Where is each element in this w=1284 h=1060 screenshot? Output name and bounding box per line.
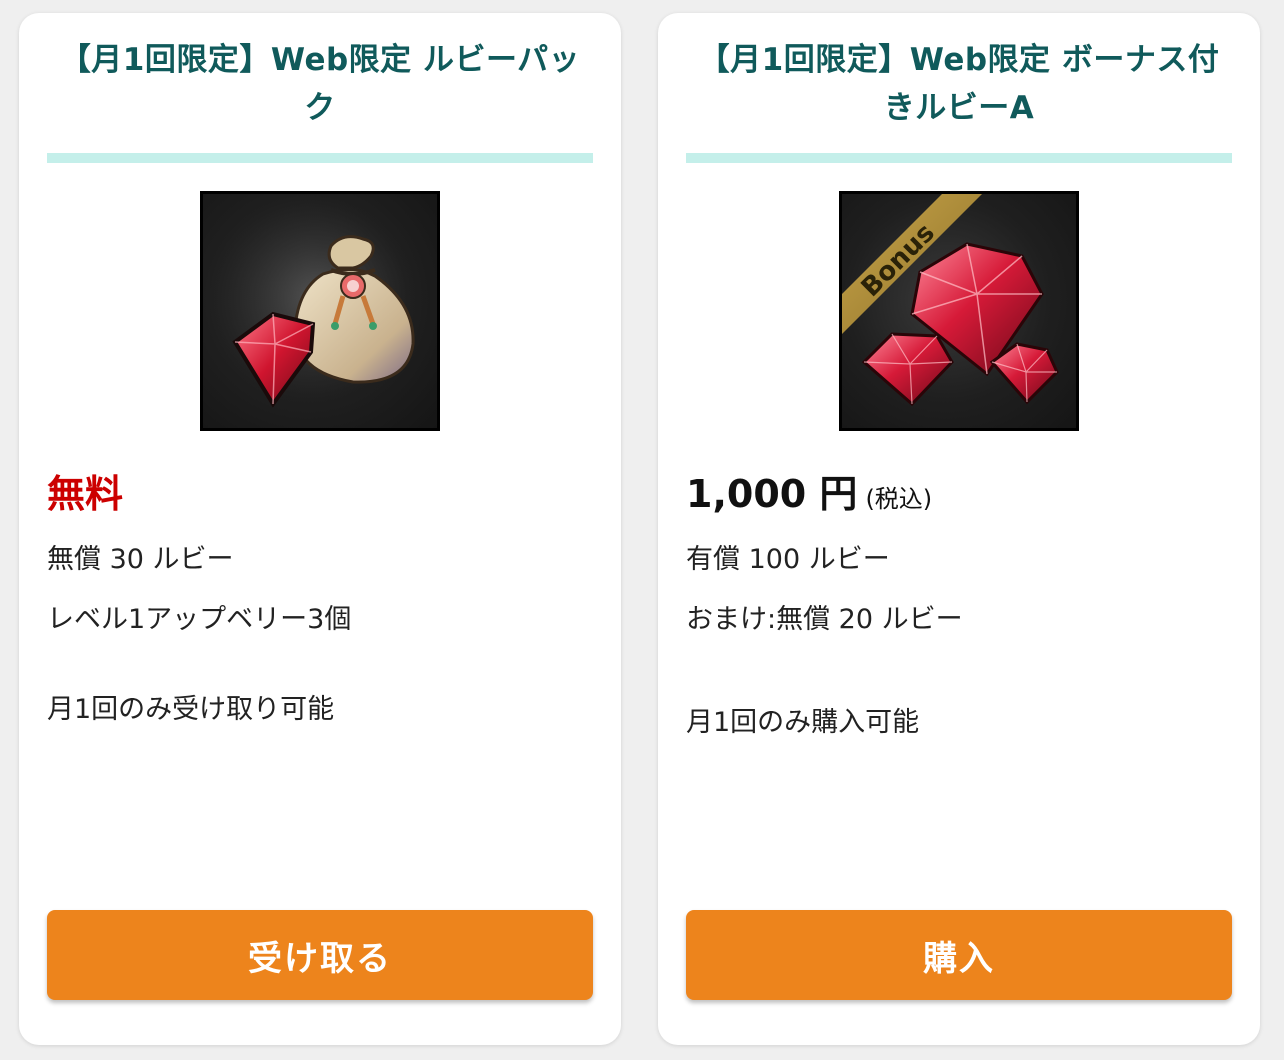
card-title: 【月1回限定】Web限定 ボーナス付きルビーA	[698, 42, 1220, 126]
detail-paid-rubies: 有償 100 ルビー	[686, 544, 890, 575]
price-free: 無料	[47, 472, 124, 516]
detail-level-up-berry: レベル1アップベリー3個	[47, 604, 352, 635]
price: 1,000 円 (税込)	[686, 468, 932, 528]
limit-text: 月1回のみ購入可能	[686, 707, 920, 738]
detail-free-rubies: 無償 30 ルビー	[47, 544, 234, 575]
title-divider	[686, 153, 1232, 163]
detail-bonus-rubies: おまけ:無償 20 ルビー	[686, 604, 963, 635]
bonus-rubies-icon: Bonus	[839, 191, 1079, 431]
limit-text: 月1回のみ受け取り可能	[47, 694, 335, 725]
price-amount: 1,000 円	[686, 472, 858, 516]
ruby-bag-icon	[200, 191, 440, 431]
product-card-bonus-ruby-a: 【月1回限定】Web限定 ボーナス付きルビーA Bonus 1,000 円 (税…	[658, 13, 1260, 1045]
product-card-ruby-pack: 【月1回限定】Web限定 ルビーパック 無料 無償 30 ルビー レベル1アップ…	[19, 13, 621, 1045]
receive-button[interactable]: 受け取る	[47, 910, 593, 1000]
price-tax-note: (税込)	[865, 485, 933, 513]
title-divider	[47, 153, 593, 163]
card-title: 【月1回限定】Web限定 ルビーパック	[59, 42, 581, 126]
purchase-button[interactable]: 購入	[686, 910, 1232, 1000]
